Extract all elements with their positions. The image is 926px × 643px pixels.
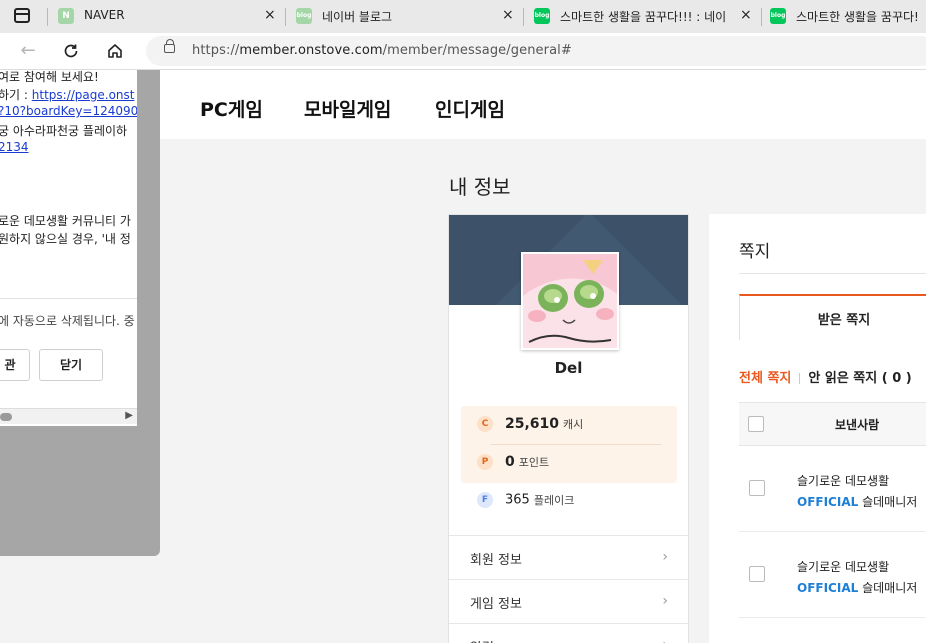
tab-close-icon[interactable]: × xyxy=(502,7,514,23)
tab-label: 받은 쪽지 xyxy=(817,313,871,328)
modal-text-line: 하기 : https://page.onst xyxy=(0,88,135,102)
title-divider xyxy=(739,273,926,274)
modal-link-line[interactable]: ?10?boardKey=124090 xyxy=(0,104,137,118)
message-modal: 여로 참여해 보세요! 하기 : https://page.onst ?10?b… xyxy=(0,70,137,426)
point-icon: P xyxy=(477,454,493,470)
filter-separator xyxy=(799,373,801,384)
reload-icon[interactable] xyxy=(60,40,82,62)
scroll-right-arrow-icon[interactable]: ▶ xyxy=(125,410,133,421)
official-badge: OFFICIAL xyxy=(797,581,859,595)
profile-name: Del xyxy=(554,359,583,377)
nav-mobile-games[interactable]: 모바일게임 xyxy=(304,95,391,122)
column-sender: 보낸사람 xyxy=(835,418,880,432)
menu-notifications[interactable]: 알림 › xyxy=(449,623,688,643)
page-title: 내 정보 xyxy=(449,175,511,199)
modal-text-line: 로운 데모생활 커뮤니티 가 xyxy=(0,214,131,228)
row-checkbox[interactable] xyxy=(749,566,765,582)
menu-game-info[interactable]: 게임 정보 › xyxy=(449,579,688,623)
back-arrow-icon[interactable]: ← xyxy=(17,40,39,62)
modal-footer-note: 에 자동으로 삭제됩니다. 중 xyxy=(0,314,135,328)
cash-value: 25,610 xyxy=(505,416,560,432)
scrollbar-thumb[interactable] xyxy=(0,413,12,421)
row-checkbox[interactable] xyxy=(749,480,765,496)
chevron-right-icon: › xyxy=(662,637,668,643)
modal-text-line: 원하지 않으실 경우, '내 정 xyxy=(0,232,131,246)
profile-card: Del C 25,610 캐시 P 0 포인트 F 365 플레이크 회원 정보 › 게임 … xyxy=(448,214,689,643)
filter-all[interactable]: 전체 쪽지 xyxy=(739,371,791,386)
modal-close-button[interactable]: 닫기 xyxy=(39,349,103,381)
table-row[interactable]: 슬기로운 데모생활 OFFICIAL 슬데매니저 xyxy=(739,532,926,618)
modal-text-line: 여로 참여해 보세요! xyxy=(0,70,99,84)
menu-label: 알림 xyxy=(470,637,494,643)
sender-official: OFFICIAL 슬데매니저 xyxy=(797,579,917,596)
address-bar-row: ← https://member.onstove.com/member/mess… xyxy=(0,33,926,70)
home-icon[interactable] xyxy=(104,40,126,62)
tab-smart-life-1[interactable]: blog 스마트한 생활을 꿈꾸다!!! : 네이 × xyxy=(524,0,760,33)
cash-unit: 캐시 xyxy=(563,418,584,431)
avatar-image xyxy=(523,254,617,348)
modal-footer: 에 자동으로 삭제됩니다. 중 관 닫기 xyxy=(0,298,137,408)
tab-smart-life-2[interactable]: blog 스마트한 생활을 꿈꾸다! xyxy=(762,0,926,33)
message-table-header: 보낸사람 xyxy=(739,402,926,446)
nav-pc-games[interactable]: PC게임 xyxy=(200,95,263,122)
message-filter: 전체 쪽지 안 읽은 쪽지 ( 0 ) xyxy=(739,367,912,386)
flake-value: 365 xyxy=(505,492,530,508)
point-value: 0 xyxy=(505,454,515,470)
flake-unit: 플레이크 xyxy=(533,494,575,507)
filter-unread[interactable]: 안 읽은 쪽지 ( 0 ) xyxy=(808,371,911,386)
blog-favicon-icon: blog xyxy=(534,8,550,24)
message-title: 쪽지 xyxy=(739,242,771,262)
menu-label: 회원 정보 xyxy=(470,553,522,568)
chevron-right-icon: › xyxy=(662,549,668,565)
wallet-cash-row[interactable]: C 25,610 캐시 xyxy=(477,416,583,436)
sender-official: OFFICIAL 슬데매니저 xyxy=(797,493,917,510)
tab-label: 스마트한 생활을 꿈꾸다! xyxy=(796,10,919,24)
modal-link-line[interactable]: 2134 xyxy=(0,140,29,154)
tab-close-icon[interactable]: × xyxy=(264,7,276,23)
menu-member-info[interactable]: 회원 정보 › xyxy=(449,535,688,579)
wallet-flake-row[interactable]: F 365 플레이크 xyxy=(477,492,574,512)
tab-close-icon[interactable]: × xyxy=(740,7,752,23)
nav-indie-games[interactable]: 인디게임 xyxy=(435,95,505,122)
modal-text-line: 궁 아수라파천궁 플레이하 xyxy=(0,124,128,138)
sender-name: 슬기로운 데모생활 xyxy=(797,560,890,574)
naver-favicon-icon: N xyxy=(58,8,74,24)
menu-label: 게임 정보 xyxy=(470,597,522,612)
tab-label: NAVER xyxy=(84,8,125,22)
point-unit: 포인트 xyxy=(518,456,550,469)
url-text: https://member.onstove.com/member/messag… xyxy=(192,43,572,58)
modal-keep-button[interactable]: 관 xyxy=(0,349,30,381)
manager-name: 슬데매니저 xyxy=(862,495,918,509)
sender-name: 슬기로운 데모생활 xyxy=(797,474,890,488)
flake-icon: F xyxy=(477,492,493,508)
sidebar-toggle-icon[interactable] xyxy=(14,8,30,23)
modal-link[interactable]: https://page.onst xyxy=(32,88,135,102)
official-badge: OFFICIAL xyxy=(797,495,859,509)
wallet-point-row[interactable]: P 0 포인트 xyxy=(477,454,549,474)
cash-icon: C xyxy=(477,416,493,432)
tab-received-messages[interactable]: 받은 쪽지 xyxy=(739,294,926,340)
wallet-box: C 25,610 캐시 P 0 포인트 xyxy=(461,406,677,483)
table-row[interactable]: 슬기로운 데모생활 OFFICIAL 슬데매니저 xyxy=(739,446,926,532)
message-panel: 쪽지 받은 쪽지 전체 쪽지 안 읽은 쪽지 ( 0 ) 보낸사람 슬기로운 데모… xyxy=(709,214,926,643)
wallet-divider xyxy=(491,444,661,445)
tab-label: 네이버 블로그 xyxy=(322,10,393,24)
tab-naver[interactable]: N NAVER × xyxy=(48,0,284,33)
avatar[interactable] xyxy=(521,252,619,350)
tab-label: 스마트한 생활을 꿈꾸다!!! : 네이 xyxy=(560,10,727,24)
blog-favicon-icon: blog xyxy=(770,8,786,24)
chevron-right-icon: › xyxy=(662,593,668,609)
lock-icon xyxy=(164,39,175,53)
url-field[interactable]: https://member.onstove.com/member/messag… xyxy=(146,36,926,66)
manager-name: 슬데매니저 xyxy=(862,581,918,595)
blog-favicon-icon: blog xyxy=(296,8,312,24)
horizontal-scrollbar[interactable]: ▶ xyxy=(0,408,137,424)
browser-tab-bar: N NAVER × blog 네이버 블로그 × blog 스마트한 생활을 꿈… xyxy=(0,0,926,33)
select-all-checkbox[interactable] xyxy=(748,416,764,432)
tab-naver-blog[interactable]: blog 네이버 블로그 × xyxy=(286,0,522,33)
